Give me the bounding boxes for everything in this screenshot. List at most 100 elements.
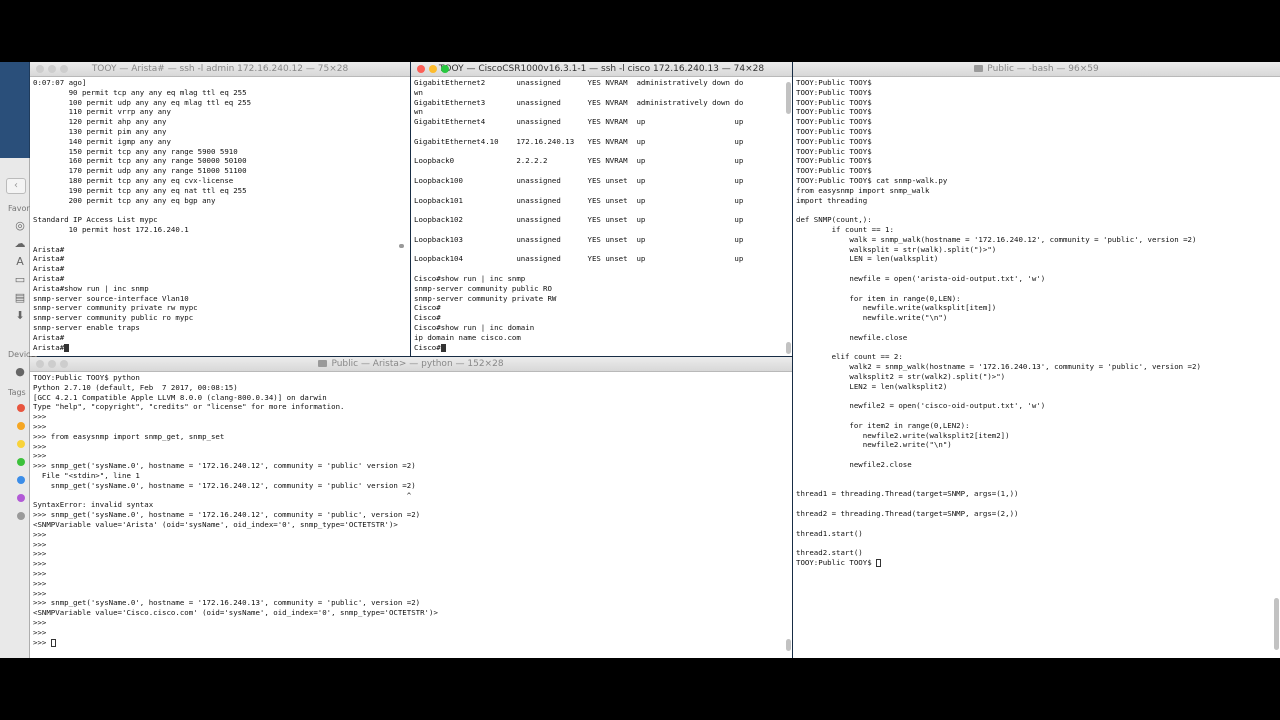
terminal-line: 0:07:07 ago] [33,78,87,87]
terminal-line: LEN = len(walksplit) [796,254,939,264]
terminal-line: 120 permit ahp any any [33,117,167,127]
vertical-scrollbar[interactable] [786,82,791,114]
terminal-line: Loopback101 unassigned YES unset up up [414,195,744,205]
airdrop-icon[interactable]: ◎ [14,220,26,232]
terminal-line: >>> [33,588,47,598]
terminal-line: thread2.start() [796,548,863,558]
terminal-line: walk = snmp_walk(hostname = '172.16.240.… [796,234,1197,244]
terminal-output[interactable]: TOOY:Public TOOY$ python Python 2.7.10 (d… [33,373,782,658]
terminal-line: Arista# [33,332,65,342]
terminal-line: Arista# [33,343,400,353]
downloads-icon[interactable]: ⬇ [14,310,26,322]
window-titlebar[interactable]: TOOY — Arista# — ssh -l admin 172.16.240… [30,62,410,77]
terminal-window-bash[interactable]: Public — -bash — 96×59 TOOY:Public TOOY$… [793,62,1280,658]
zoom-button[interactable] [441,65,449,73]
terminal-window-arista[interactable]: TOOY — Arista# — ssh -l admin 172.16.240… [30,62,410,356]
tag-color-icon[interactable] [17,458,25,466]
terminal-output[interactable]: TOOY:Public TOOY$ TOOY:Public TOOY$ TOOY:P… [796,78,1270,658]
disk-icon[interactable]: ● [14,366,26,378]
tag-color-icon[interactable] [17,476,25,484]
scroll-thumb-bottom[interactable] [786,342,791,354]
zoom-button[interactable] [60,65,68,73]
window-title: Public — -bash — 96×59 [987,64,1099,74]
terminal-line: File "<stdin>", line 1 [33,470,140,480]
back-nav-icon[interactable]: ‹ [6,178,26,194]
terminal-line: if count == 1: [796,224,894,234]
terminal-line: >>> [33,627,47,637]
zoom-button[interactable] [60,360,68,368]
window-titlebar[interactable]: TOOY — CiscoCSR1000v16.3.1-1 — ssh -l ci… [411,62,792,77]
terminal-line: LEN2 = len(walksplit2) [796,381,948,391]
text-cursor [64,343,70,352]
terminal-window-python[interactable]: Public — Arista> — python — 152×28 TOOY:… [30,357,792,658]
close-button[interactable] [36,65,44,73]
window-titlebar[interactable]: Public — -bash — 96×59 [793,62,1280,77]
terminal-line: Loopback0 2.2.2.2 YES NVRAM up up [414,156,744,166]
terminal-line: thread1.start() [796,528,863,538]
terminal-line: snmp-server source-interface Vlan10 [33,293,189,303]
terminal-line: Type "help", "copyright", "credits" or "… [33,402,345,412]
desktop-icon[interactable]: ▭ [14,274,26,286]
applications-icon[interactable]: A [14,256,26,268]
terminal-line: 90 permit tcp any any eq mlag ttl eq 255 [33,87,247,97]
tag-color-icon[interactable] [17,440,25,448]
minimize-button[interactable] [48,65,56,73]
terminal-line: >>> [33,559,47,569]
terminal-line: >>> [33,441,47,451]
folder-icon [318,360,328,367]
terminal-line: TOOY:Public TOOY$ [796,117,872,127]
vertical-scrollbar[interactable] [786,639,791,651]
window-title: Public — Arista> — python — 152×28 [331,359,504,369]
cloud-icon[interactable]: ☁ [14,238,26,250]
terminal-output[interactable]: 0:07:07 ago] 90 permit tcp any any eq ml… [33,78,400,356]
terminal-line: walk2 = snmp_walk(hostname = '172.16.240… [796,362,1201,372]
minimize-button[interactable] [429,65,437,73]
terminal-line: Loopback103 unassigned YES unset up up [414,234,744,244]
terminal-line: Cisco# [414,303,441,313]
terminal-line: >>> [33,638,782,648]
terminal-line: ip domain name cisco.com [414,332,521,342]
terminal-line: 160 permit tcp any any range 50000 50100 [33,156,247,166]
terminal-line: >>> [33,617,47,627]
terminal-line: TOOY:Public TOOY$ python [33,373,140,382]
terminal-line: snmp_get('sysName.0', hostname = '172.16… [33,480,416,490]
close-button[interactable] [36,360,44,368]
terminal-line: GigabitEthernet4.10 172.16.240.13 YES NV… [414,136,744,146]
terminal-line: walksplit = str(walk).split(")>") [796,244,997,254]
minimize-button[interactable] [48,360,56,368]
terminal-line: >>> [33,539,47,549]
window-titlebar[interactable]: Public — Arista> — python — 152×28 [30,357,792,372]
documents-icon[interactable]: ▤ [14,292,26,304]
close-button[interactable] [417,65,425,73]
terminal-line: TOOY:Public TOOY$ [796,97,872,107]
terminal-line: >>> [33,578,47,588]
terminal-window-cisco[interactable]: TOOY — CiscoCSR1000v16.3.1-1 — ssh -l ci… [411,62,792,356]
tag-color-icon[interactable] [17,422,25,430]
text-cursor [440,343,446,352]
terminal-line: newfile2.close [796,460,912,470]
terminal-line: TOOY:Public TOOY$ cat snmp-walk.py [796,175,948,185]
tag-color-icon[interactable] [17,512,25,520]
terminal-output[interactable]: GigabitEthernet2 unassigned YES NVRAM ad… [414,78,782,356]
terminal-line: snmp-server community private rw mypc [33,303,198,313]
terminal-line: walksplit2 = str(walk2).split(")>") [796,371,1006,381]
vertical-scrollbar[interactable] [1274,598,1279,650]
sidebar-section-tags: Tags [8,388,26,397]
terminal-line: Arista# [33,273,65,283]
terminal-line: import threading [796,195,868,205]
tag-color-icon[interactable] [17,494,25,502]
terminal-line: wn [414,107,423,117]
terminal-line: >>> snmp_get('sysName.0', hostname = '17… [33,461,416,471]
tag-color-icon[interactable] [17,404,25,412]
